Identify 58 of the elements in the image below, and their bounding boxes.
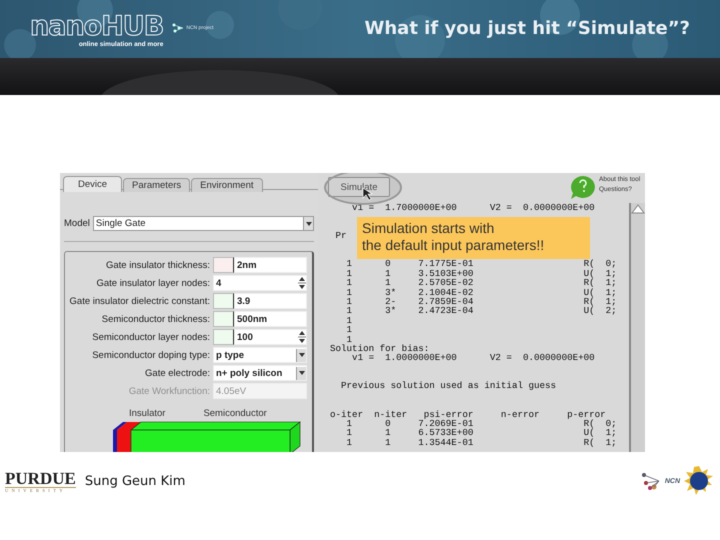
author-name: Sung Geun Kim [84, 474, 186, 488]
log-line: v1 = 1.0000000E+00 V2 = 0.0000000E+00 [351, 353, 595, 363]
logo-text: nanoHUB [30, 12, 164, 40]
log-line: 1 1 2.5705E-02 R( 1; [346, 278, 617, 288]
log-line: Pr [334, 231, 347, 241]
field-label: Gate insulator dielectric constant: [68, 296, 211, 306]
callout-text: Simulation starts with [362, 220, 496, 237]
log-line: 1 0 7.1775E-01 R( 0; [346, 259, 617, 269]
log-line: 1 2- 2.7859E-04 R( 1; [346, 296, 617, 306]
field-label: Semiconductor thickness: [100, 314, 211, 324]
log-line: 1 0 7.2069E-01 R( 0; [346, 419, 617, 428]
field-label: Gate Workfunction: [128, 386, 211, 396]
tab[interactable]: Parameters [123, 178, 190, 192]
tab[interactable]: Device [63, 176, 122, 192]
spinner-arrows-icon[interactable] [298, 276, 306, 290]
diagram-label: Insulator [129, 408, 166, 419]
slide-title: What if you just hit “Simulate”? [364, 18, 690, 39]
log-line: 1 3* 2.4723E-04 U( 2; [346, 306, 617, 316]
caret-icon [304, 220, 312, 228]
log-line: 1 [346, 325, 352, 334]
log-line: Solution for bias: [330, 344, 430, 354]
simulate-button[interactable]: Simulate [328, 177, 390, 197]
log-line: 1 [346, 316, 352, 326]
spinner-field[interactable]: 100 [234, 329, 307, 345]
university-logo-text: PURDUE [5, 470, 76, 488]
caret-icon [298, 369, 306, 377]
caret-icon [298, 351, 306, 359]
tab[interactable]: Environment [191, 178, 262, 192]
log-line: Previous solution used as initial guess [340, 381, 556, 391]
scroll-up-icon[interactable] [631, 203, 645, 215]
field-label: Gate insulator layer nodes: [95, 278, 211, 288]
spinner-field[interactable]: 4 [213, 275, 307, 291]
log-line: 1 1 6.5733E+00 U( 1; [346, 428, 617, 438]
log-line: v1 = 1.7000000E+00 V2 = 0.0000000E+00 [351, 203, 595, 212]
scrollbar[interactable] [629, 203, 645, 452]
field-label: Semiconductor layer nodes: [91, 332, 211, 342]
input-field[interactable]: 3.9 [234, 293, 307, 309]
callout-text: the default input parameters!! [362, 237, 546, 254]
field-label: Semiconductor doping type: [91, 350, 211, 360]
model-dropdown[interactable]: Single Gate [92, 216, 314, 231]
dropdown[interactable]: n+ poly silicon [213, 365, 307, 381]
field-label: Model [64, 218, 90, 229]
field-label: Gate insulator thickness: [104, 260, 211, 270]
log-line: 1 [346, 334, 352, 344]
network-icon [640, 471, 661, 491]
spinner-arrows-icon[interactable] [298, 330, 306, 344]
seal-logo-icon [684, 466, 714, 496]
diagram-label: Semiconductor [203, 408, 267, 419]
log-line: 1 1 1.3544E-01 R( 1; [346, 438, 617, 448]
input-field[interactable]: 500nm [234, 311, 307, 327]
dropdown[interactable]: p type [213, 347, 307, 363]
log-line: 1 1 3.5103E+00 U( 1; [346, 268, 617, 278]
log-line: 1 3* 2.1004E-02 U( 1; [346, 288, 617, 297]
input-field[interactable]: 2nm [234, 257, 307, 273]
help-icon[interactable] [570, 175, 596, 200]
log-line: o-iter n-iter psi-error n-error p-error [330, 410, 606, 420]
network-icon [171, 22, 184, 34]
field-label: Gate electrode: [144, 368, 211, 378]
